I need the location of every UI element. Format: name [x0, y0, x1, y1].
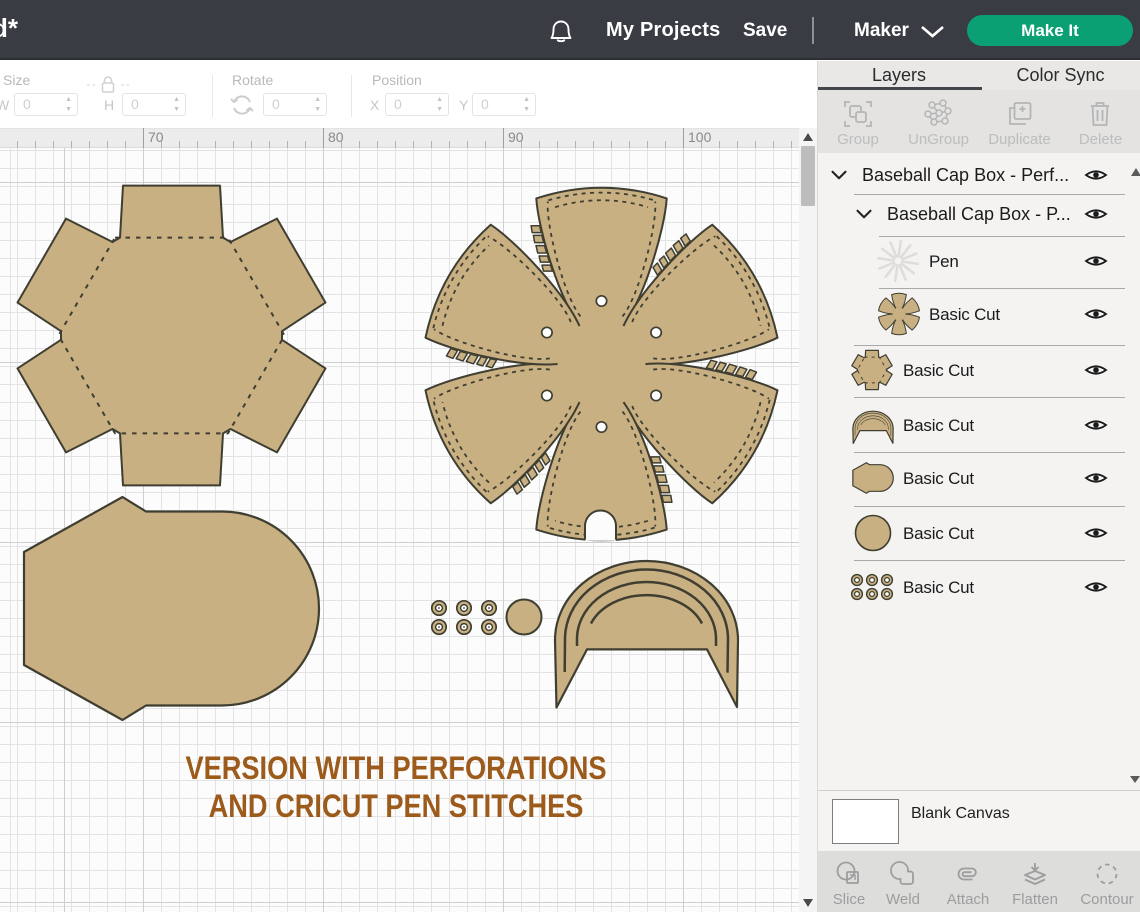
svg-text:80: 80: [328, 129, 344, 145]
svg-text:Baseball Cap Box - Perf...: Baseball Cap Box - Perf...: [862, 165, 1069, 185]
svg-text:Basic Cut: Basic Cut: [929, 305, 1000, 324]
svg-text:Baseball Cap Box - P...: Baseball Cap Box - P...: [887, 204, 1071, 224]
svg-text:Basic Cut: Basic Cut: [903, 361, 974, 380]
svg-text:Basic Cut: Basic Cut: [903, 469, 974, 488]
svg-text:100: 100: [688, 129, 712, 145]
svg-text:Basic Cut: Basic Cut: [903, 416, 974, 435]
svg-text:90: 90: [508, 129, 524, 145]
svg-text:Basic Cut: Basic Cut: [903, 578, 974, 597]
svg-text:70: 70: [148, 129, 164, 145]
svg-text:Pen: Pen: [929, 252, 959, 271]
svg-text:Basic Cut: Basic Cut: [903, 524, 974, 543]
